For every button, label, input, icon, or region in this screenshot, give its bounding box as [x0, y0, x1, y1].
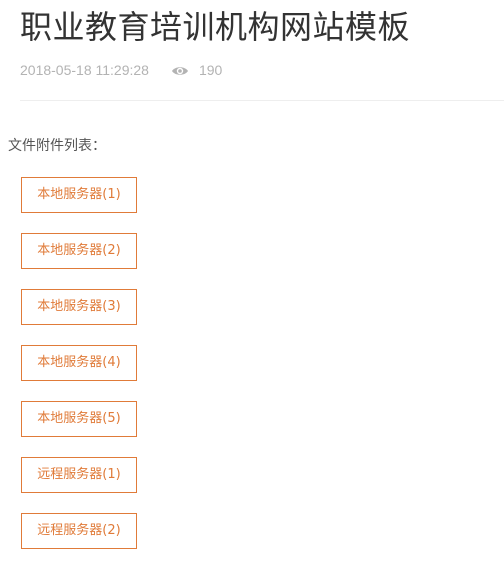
download-button-remote-2[interactable]: 远程服务器(2) [21, 513, 137, 549]
article-title: 职业教育培训机构网站模板 [20, 8, 411, 46]
article-header: 职业教育培训机构网站模板 2018-05-18 11:29:28 190 [20, 0, 504, 101]
attachments-label: 文件附件列表： [8, 138, 106, 154]
list-item: 本地服务器(4) [21, 345, 137, 381]
download-button-local-2[interactable]: 本地服务器(2) [21, 233, 137, 269]
list-item: 本地服务器(3) [21, 289, 137, 325]
view-count: 190 [171, 62, 222, 78]
view-count-value: 190 [198, 62, 223, 78]
list-item: 远程服务器(2) [21, 513, 137, 549]
download-button-local-5[interactable]: 本地服务器(5) [21, 401, 137, 437]
article-meta: 2018-05-18 11:29:28 190 [20, 60, 222, 80]
download-button-local-1[interactable]: 本地服务器(1) [21, 177, 137, 213]
list-item: 本地服务器(5) [21, 401, 137, 437]
list-item: 本地服务器(2) [21, 233, 137, 269]
list-item: 本地服务器(1) [21, 177, 137, 213]
download-button-local-3[interactable]: 本地服务器(3) [21, 289, 137, 325]
publish-datetime: 2018-05-18 11:29:28 [20, 62, 149, 78]
download-button-remote-1[interactable]: 远程服务器(1) [21, 457, 137, 493]
eye-icon [171, 64, 189, 76]
download-button-local-4[interactable]: 本地服务器(4) [21, 345, 137, 381]
article-page: 职业教育培训机构网站模板 2018-05-18 11:29:28 190 文件附… [0, 0, 504, 573]
list-item: 远程服务器(1) [21, 457, 137, 493]
attachment-list: 本地服务器(1) 本地服务器(2) 本地服务器(3) 本地服务器(4) 本地服务… [21, 177, 137, 569]
